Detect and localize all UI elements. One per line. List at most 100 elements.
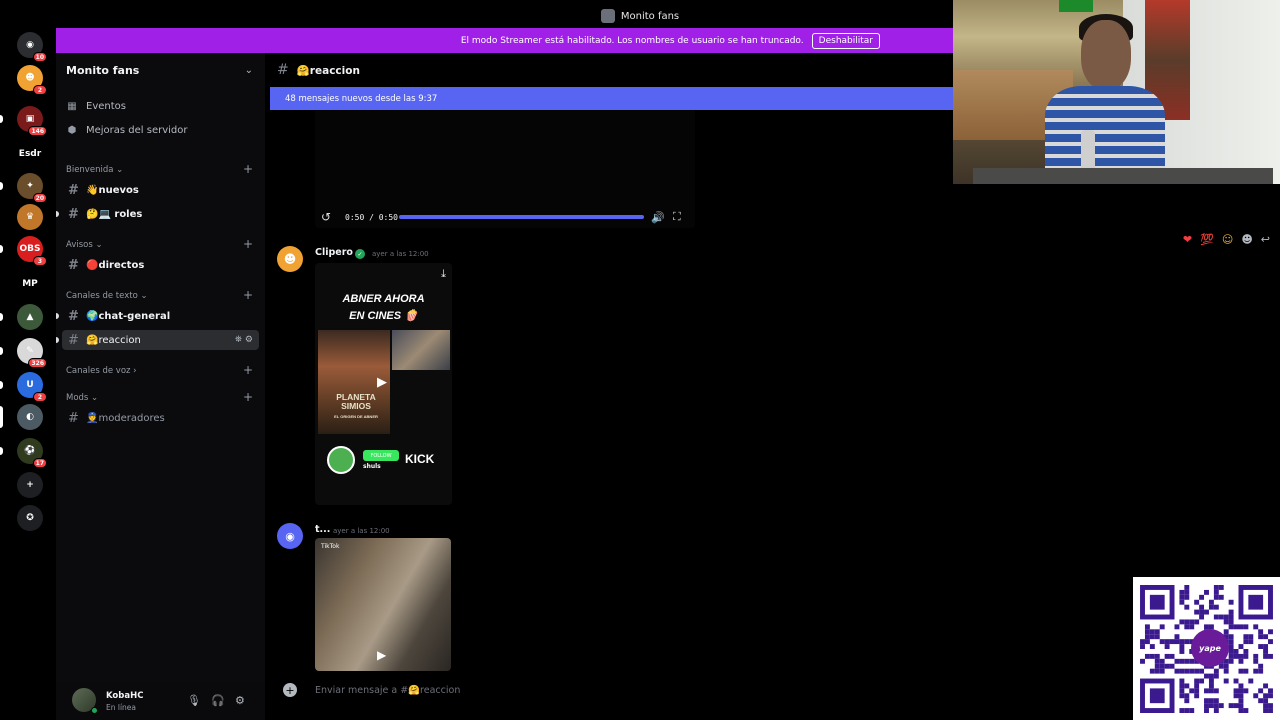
server-server-selected[interactable]: ◐ xyxy=(17,404,43,430)
server-server-obs[interactable]: OBS 3 xyxy=(17,236,47,266)
embed-headline: EN CINES 🍿 xyxy=(349,310,418,322)
discord-logo-icon: ◉ xyxy=(285,529,295,543)
category-avisos[interactable]: Avisos ⌄ xyxy=(66,240,103,250)
message-actions: ❤ 💯 ☺ ☻ ↩ xyxy=(1183,233,1280,246)
reply-icon[interactable]: ↩ xyxy=(1261,233,1270,246)
message-author[interactable]: Clipero xyxy=(315,247,353,258)
server-server-stripe[interactable]: ✎ 326 xyxy=(17,338,47,368)
add-channel-icon[interactable]: + xyxy=(243,363,253,377)
tiktok-video-embed[interactable]: TikTok ▶ xyxy=(315,538,451,671)
hash-icon: # xyxy=(68,410,79,426)
add-channel-icon[interactable]: + xyxy=(243,237,253,251)
channel-settings-icon[interactable]: ⛯ ⚙ xyxy=(235,335,253,345)
category-mods[interactable]: Mods ⌄ xyxy=(66,393,98,403)
avatar[interactable]: ☻ xyxy=(277,246,303,272)
channel-label: 🌍chat-general xyxy=(86,310,171,322)
hundred-reaction-icon[interactable]: 💯 xyxy=(1200,233,1214,246)
server-crown-icon: ♛ xyxy=(25,212,35,222)
server-server-u[interactable]: U2 xyxy=(17,372,47,402)
server-server-crown[interactable]: ♛ xyxy=(17,204,43,230)
server-server-game[interactable]: ✦ 20 xyxy=(17,173,47,203)
mention-badge: 146 xyxy=(28,126,47,136)
heart-reaction-icon[interactable]: ❤ xyxy=(1183,233,1192,246)
fullscreen-icon[interactable]: ⛶ xyxy=(673,210,681,224)
server-red-icon: ▣ xyxy=(25,114,35,124)
microphone-icon[interactable]: 🎙 xyxy=(187,694,201,707)
volume-icon[interactable]: 🔊 xyxy=(651,211,665,224)
unread-pip xyxy=(0,245,3,253)
channel-roles[interactable]: # 🤔💻 roles xyxy=(56,204,259,224)
server-game-icon: ✦ xyxy=(26,181,34,191)
chevron-down-icon[interactable]: ⌄ xyxy=(245,65,253,76)
events-item[interactable]: ▦ Eventos xyxy=(66,100,126,112)
composer-placeholder[interactable]: Enviar mensaje a #🤗reaccion xyxy=(315,685,460,696)
channel-label: 🔴directos xyxy=(86,259,145,271)
new-messages-bar[interactable]: 48 mensajes nuevos desde las 9:37 xyxy=(270,87,954,110)
bot-face-icon: ☻ xyxy=(283,252,297,266)
server-discover[interactable]: ✪ xyxy=(17,505,43,531)
add-channel-icon[interactable]: + xyxy=(243,390,253,404)
download-icon[interactable]: ⤓ xyxy=(441,267,446,281)
channel-nuevos[interactable]: # 👋nuevos xyxy=(62,180,259,200)
mention-badge: 20 xyxy=(32,193,47,203)
server-discord-home[interactable]: ◉ 10 xyxy=(17,32,47,62)
thumbnail-image xyxy=(392,330,450,370)
channel-label: 🤗reaccion xyxy=(86,334,141,346)
channel-chat-general[interactable]: # 🌍chat-general xyxy=(56,306,259,326)
server-add-server[interactable]: + xyxy=(17,472,43,498)
follow-badge: FOLLOW xyxy=(363,450,399,461)
message-composer[interactable]: + Enviar mensaje a #🤗reaccion xyxy=(275,678,1135,702)
hash-icon: # xyxy=(277,62,289,78)
server-orange-icon: ☻ xyxy=(25,73,35,83)
hash-icon: # xyxy=(68,332,79,348)
channel-reaccion[interactable]: # 🤗reaccion ⛯ ⚙ xyxy=(56,330,259,350)
video-controls: ↺ 0:50 / 0:50 🔊 ⛶ xyxy=(315,206,695,228)
yape-logo: yape xyxy=(1191,629,1229,667)
tiktok-video-embed[interactable]: ⤓ ABNER AHORA EN CINES 🍿 PLANETA SIMIOS … xyxy=(315,263,452,505)
add-reaction-icon[interactable]: ☻ xyxy=(1241,233,1252,246)
server-server-red[interactable]: ▣ 146 xyxy=(17,106,47,136)
avatar[interactable]: ◉ xyxy=(277,523,303,549)
attach-plus-icon[interactable]: + xyxy=(283,683,297,697)
laugh-reaction-icon[interactable]: ☺ xyxy=(1222,233,1233,246)
server-server-mp[interactable]: MP xyxy=(17,271,43,297)
server-stripe-icon: ✎ xyxy=(26,346,34,356)
server-server-esdr[interactable]: Esdr xyxy=(17,141,43,167)
gear-icon[interactable]: ⚙ xyxy=(235,694,245,707)
server-server-gta[interactable]: ▲ xyxy=(17,304,43,330)
streamer-mode-banner: El modo Streamer está habilitado. Los no… xyxy=(56,28,954,53)
channel-title: 🤗reaccion xyxy=(296,64,360,77)
server-server-fifa[interactable]: ⚽ 17 xyxy=(17,438,47,468)
play-icon[interactable]: ▶ xyxy=(377,375,387,390)
add-channel-icon[interactable]: + xyxy=(243,162,253,176)
channel-directos[interactable]: # 🔴directos xyxy=(62,255,259,275)
video-player[interactable]: ↺ 0:50 / 0:50 🔊 ⛶ xyxy=(315,110,695,228)
disable-streamer-button[interactable]: Deshabilitar xyxy=(811,32,880,49)
video-progress-bar[interactable] xyxy=(399,215,644,219)
poster-title-text: PLANETA SIMIOS xyxy=(336,392,376,411)
webcam-green-object xyxy=(1059,0,1093,12)
channel-header: # 🤗reaccion xyxy=(265,53,954,87)
message-timestamp: ayer a las 12:00 xyxy=(372,250,429,258)
unread-pip xyxy=(0,182,3,190)
category-voz[interactable]: Canales de voz › xyxy=(66,366,137,376)
category-texto[interactable]: Canales de texto ⌄ xyxy=(66,291,148,301)
user-status: En línea xyxy=(106,703,137,712)
mention-badge: 2 xyxy=(33,85,47,95)
server-boost-item[interactable]: ⬢ Mejoras del servidor xyxy=(66,124,188,136)
mention-badge: 2 xyxy=(33,392,47,402)
play-icon[interactable]: ▶ xyxy=(377,648,386,662)
server-name[interactable]: Monito fans xyxy=(66,64,139,77)
add-channel-icon[interactable]: + xyxy=(243,288,253,302)
category-bienvenida[interactable]: Bienvenida ⌄ xyxy=(66,165,123,175)
streamer-mode-message: El modo Streamer está habilitado. Los no… xyxy=(460,35,804,46)
headphones-icon[interactable]: 🎧 xyxy=(211,694,225,707)
poster-subtitle: EL ORIGEN DE ABNER xyxy=(334,414,378,419)
streamer-avatar xyxy=(327,446,355,474)
unread-pip xyxy=(0,347,3,355)
replay-icon[interactable]: ↺ xyxy=(321,210,331,224)
unread-indicator xyxy=(56,337,59,343)
message-author[interactable]: t... xyxy=(315,524,330,535)
channel-moderadores[interactable]: # 👮moderadores xyxy=(62,408,259,428)
server-server-orange[interactable]: ☻ 2 xyxy=(17,65,47,95)
